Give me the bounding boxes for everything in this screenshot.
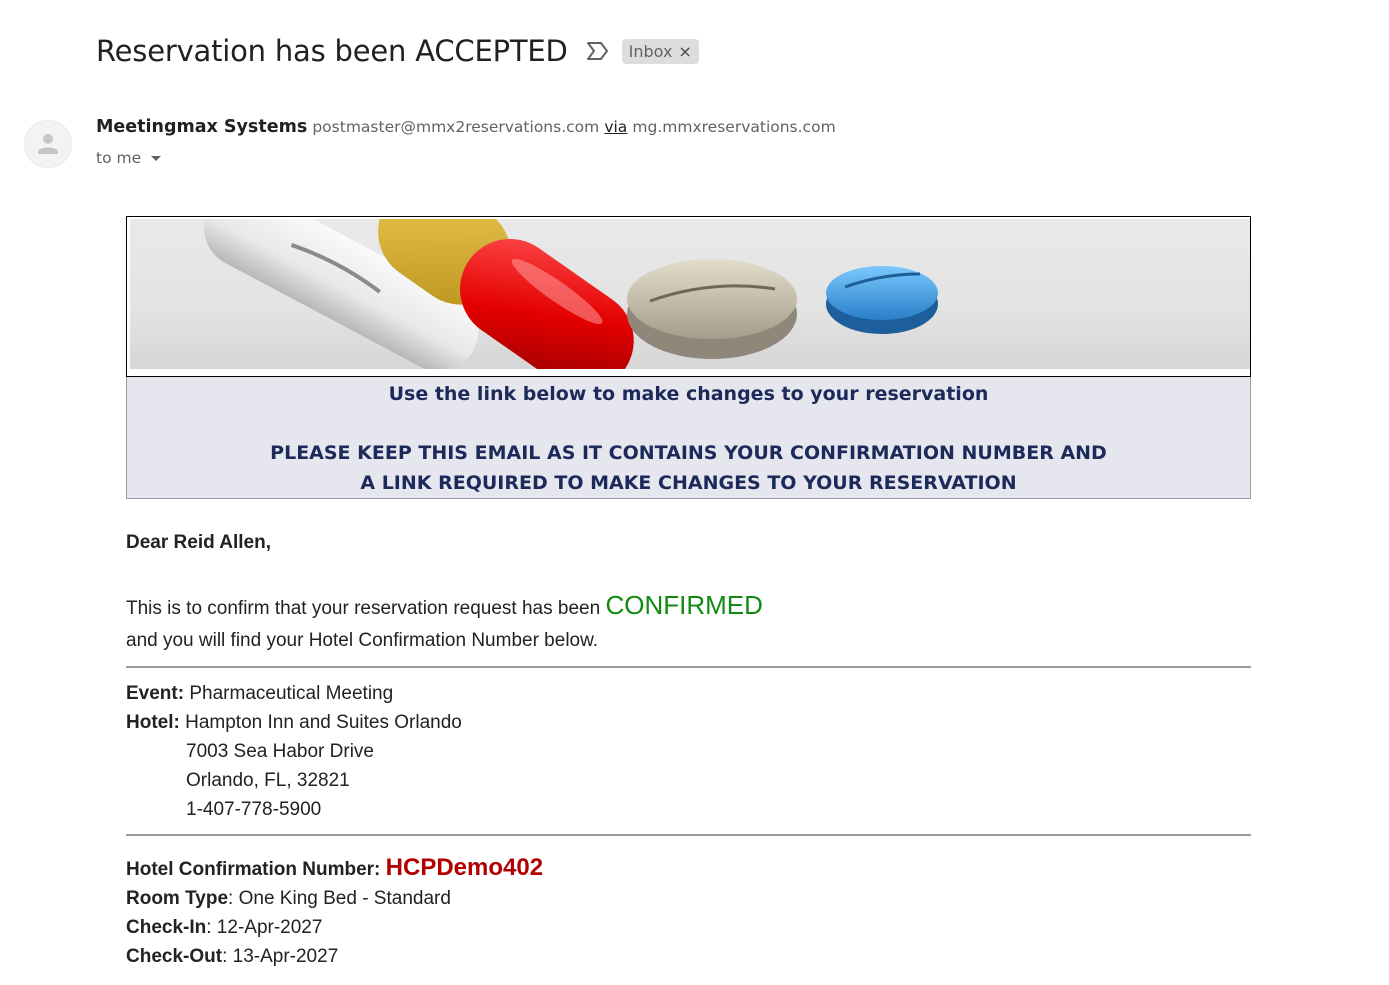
hotel-phone: 1-407-778-5900: [186, 799, 322, 820]
check-in-field: Check-In: 12-Apr-2027: [126, 917, 322, 939]
email-subject: Reservation has been ACCEPTED: [96, 34, 568, 68]
default-avatar-icon: [24, 120, 72, 168]
important-marker-icon[interactable]: [586, 41, 610, 61]
event-label: Event:: [126, 683, 185, 704]
check-out-field: Check-Out: 13-Apr-2027: [126, 946, 338, 968]
event-value: Pharmaceutical Meeting: [189, 683, 394, 704]
confirmation-number-value: HCPDemo402: [385, 854, 544, 881]
confirm-text: This is to confirm that your reservation…: [126, 598, 601, 619]
room-type-label: Room Type: [126, 888, 229, 909]
remove-label-icon[interactable]: ×: [678, 42, 691, 61]
recipients-text: to me: [96, 149, 142, 167]
caret-down-icon: [151, 155, 162, 161]
hotel-label: Hotel:: [126, 712, 180, 733]
confirmation-number-field: Hotel Confirmation Number: HCPDemo402: [126, 854, 543, 882]
notice-box: Use the link below to make changes to yo…: [126, 377, 1251, 499]
sender-name: Meetingmax Systems: [96, 117, 308, 137]
pills-banner-image: [130, 219, 1250, 369]
notice-keep-email-line1: PLEASE KEEP THIS EMAIL AS IT CONTAINS YO…: [270, 442, 1107, 464]
room-type-value: : One King Bed - Standard: [228, 888, 451, 909]
banner-frame: [126, 216, 1251, 378]
check-in-label: Check-In: [126, 917, 207, 938]
notice-keep-email-line2: A LINK REQUIRED TO MAKE CHANGES TO YOUR …: [360, 472, 1017, 494]
hotel-field: Hotel: Hampton Inn and Suites Orlando: [126, 712, 462, 734]
sender-row: Meetingmax Systems postmaster@mmx2reserv…: [96, 117, 836, 137]
subject-row: Reservation has been ACCEPTED Inbox ×: [96, 28, 699, 74]
inbox-label-chip[interactable]: Inbox ×: [621, 38, 699, 64]
sender-email: postmaster@mmx2reservations.com: [312, 118, 600, 136]
hotel-city: Orlando, FL, 32821: [186, 770, 350, 791]
event-field: Event: Pharmaceutical Meeting: [126, 683, 393, 705]
check-out-label: Check-Out: [126, 946, 223, 967]
divider: [126, 666, 1251, 668]
check-out-value: : 13-Apr-2027: [222, 946, 339, 967]
hotel-name: Hampton Inn and Suites Orlando: [185, 712, 462, 733]
confirmed-status: CONFIRMED: [605, 590, 763, 620]
sender-domain: mg.mmxreservations.com: [632, 118, 836, 136]
hotel-street: 7003 Sea Habor Drive: [186, 741, 374, 762]
label-chip-text: Inbox: [628, 41, 673, 61]
confirm-text-2: and you will find your Hotel Confirmatio…: [126, 630, 599, 651]
confirm-paragraph: This is to confirm that your reservation…: [126, 590, 763, 621]
room-type-field: Room Type: One King Bed - Standard: [126, 888, 451, 910]
confirmation-number-label: Hotel Confirmation Number:: [126, 859, 381, 880]
sender-via-link[interactable]: via: [604, 118, 627, 136]
check-in-value: : 12-Apr-2027: [206, 917, 323, 938]
notice-change-link-text: Use the link below to make changes to yo…: [388, 383, 989, 405]
recipients-toggle[interactable]: to me: [96, 149, 162, 167]
greeting: Dear Reid Allen,: [126, 532, 272, 553]
divider: [126, 834, 1251, 836]
